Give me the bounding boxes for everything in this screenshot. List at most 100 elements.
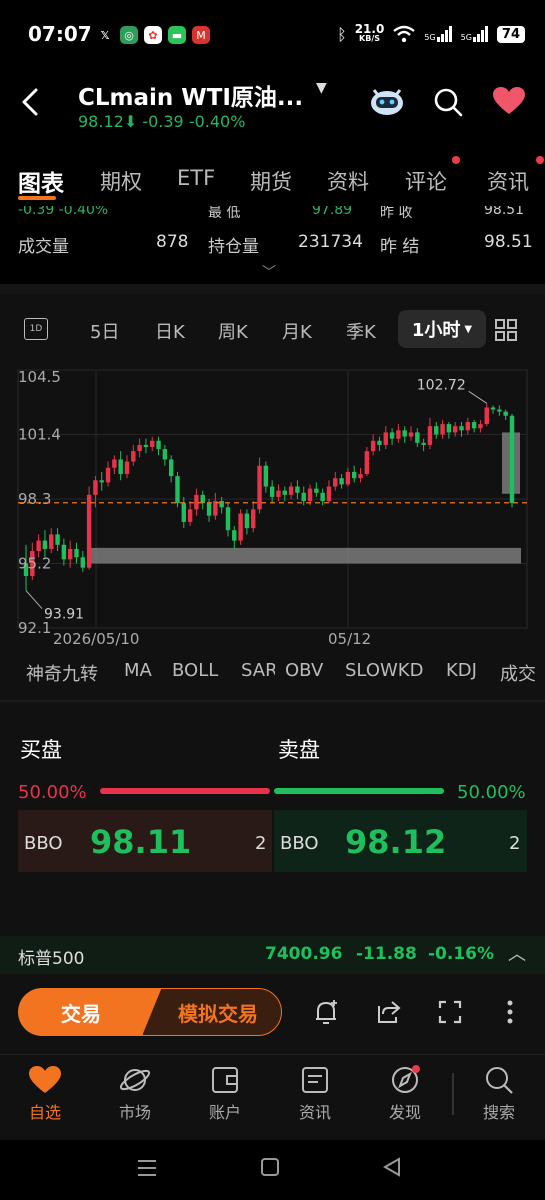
indicator-obv[interactable]: OBV xyxy=(285,660,323,681)
chart-labels: 104.5101.498.395.292.12026/05/10 05/12102… xyxy=(18,368,527,648)
indicator-ma[interactable]: MA xyxy=(124,660,152,681)
candle-body xyxy=(187,509,193,522)
tab-chart[interactable]: 图表 xyxy=(18,164,64,198)
indicator-tabs: 神奇九转 MA BOLL SAR OBV SLOWKD KDJ 成交 xyxy=(0,656,545,696)
candle-body xyxy=(232,530,237,541)
nav-market[interactable]: 市场 xyxy=(100,1065,170,1123)
recent-apps-icon[interactable] xyxy=(136,1158,158,1178)
candle-body xyxy=(465,422,471,431)
candle-body xyxy=(478,424,483,429)
price-alert-bell-icon[interactable] xyxy=(312,998,340,1026)
period-weekly[interactable]: 周K xyxy=(218,318,248,344)
buy-side-title: 买盘 xyxy=(20,738,62,762)
y-tick-label: 95.2 xyxy=(18,555,51,573)
candle-body xyxy=(377,440,382,445)
candle-body xyxy=(118,459,123,475)
candle-body xyxy=(415,432,420,443)
index-ticker-bar[interactable]: 标普500 7400.96 -11.88 -0.16% ︿ xyxy=(0,936,545,974)
candle-body xyxy=(124,461,130,475)
indicator-sar[interactable]: SAR xyxy=(241,660,275,681)
candle-body xyxy=(452,426,458,433)
low-annotation-leader xyxy=(25,590,43,609)
x-app-icon: 𝕏 xyxy=(100,28,110,42)
section-divider xyxy=(0,284,545,294)
period-1h-label: 1小时 xyxy=(411,320,461,341)
indicator-slowkd[interactable]: SLOWKD xyxy=(345,660,423,681)
more-menu-icon[interactable] xyxy=(496,998,524,1026)
candle-body xyxy=(364,451,370,475)
candle-body xyxy=(358,474,363,479)
news-icon xyxy=(302,1067,328,1093)
signal-bars-icon xyxy=(436,26,452,42)
fullscreen-icon[interactable] xyxy=(436,998,464,1026)
back-icon[interactable] xyxy=(382,1157,402,1177)
net-speed-unit: KB/S xyxy=(359,34,380,43)
stat-low-value: 97.89 xyxy=(312,206,353,218)
ask-label: BBO xyxy=(280,833,319,854)
indicator-boll[interactable]: BOLL xyxy=(172,660,218,681)
stat-settle-value: 98.51 xyxy=(484,232,533,252)
tab-futures[interactable]: 期货 xyxy=(250,166,292,196)
indicator-volume[interactable]: 成交 xyxy=(500,660,536,686)
tab-comments[interactable]: 评论 xyxy=(405,166,447,196)
candle-body xyxy=(244,513,250,529)
index-change: -11.88 xyxy=(356,944,417,964)
period-monthly[interactable]: 月K xyxy=(282,318,312,344)
net-speed: 21.0 KB/S xyxy=(355,23,385,44)
period-quarterly[interactable]: 季K xyxy=(346,318,376,344)
period-daily[interactable]: 日K xyxy=(155,318,185,344)
tab-etf[interactable]: ETF xyxy=(177,166,215,190)
nav-label: 账户 xyxy=(208,1103,241,1122)
tab-profile[interactable]: 资料 xyxy=(327,166,369,196)
status-bar: 07:07 𝕏 ◎ ✿ ▬ M ᛒ 21.0 KB/S 5G 5G 74 xyxy=(0,0,545,70)
share-icon[interactable] xyxy=(374,998,402,1026)
title-dropdown-icon[interactable]: ▼ xyxy=(316,80,327,96)
expand-chevron-icon[interactable]: ﹀ xyxy=(262,262,276,282)
candle-body xyxy=(333,478,338,487)
high-annotation-leader xyxy=(468,390,488,404)
candle-body xyxy=(370,440,376,452)
nav-watchlist[interactable]: 自选 xyxy=(10,1065,80,1123)
signal-5g-2: 5G xyxy=(461,26,489,42)
candle-body xyxy=(490,407,496,410)
candle-body xyxy=(74,548,79,558)
nav-account[interactable]: 账户 xyxy=(190,1065,260,1123)
app-icon-green: ◎ xyxy=(120,26,138,44)
nav-search[interactable]: 搜索 xyxy=(464,1065,534,1123)
period-1d-icon[interactable]: 1D xyxy=(24,318,48,340)
period-5d[interactable]: 5日 xyxy=(90,318,119,344)
active-tab-underline xyxy=(18,196,56,200)
candle-body xyxy=(484,407,489,425)
favorite-heart-icon[interactable] xyxy=(492,86,526,116)
index-name: 标普500 xyxy=(18,949,85,969)
candle-body xyxy=(61,544,67,560)
price-change-pct: -0.40% xyxy=(188,112,246,131)
tab-news[interactable]: 资讯 xyxy=(487,166,529,196)
trade-button[interactable]: 交易 xyxy=(18,988,162,1036)
tab-options[interactable]: 期权 xyxy=(100,166,142,196)
candle-body xyxy=(181,503,187,522)
heart-icon xyxy=(29,1066,61,1093)
indicator-td-sequential[interactable]: 神奇九转 xyxy=(26,660,98,686)
home-icon[interactable] xyxy=(260,1157,280,1177)
price-change: -0.39 xyxy=(142,112,184,131)
bid-label: BBO xyxy=(24,833,63,854)
indicator-kdj[interactable]: KDJ xyxy=(446,660,477,681)
candle-body xyxy=(238,513,243,541)
candle-body xyxy=(339,478,344,485)
back-arrow-icon[interactable] xyxy=(14,82,46,122)
period-1h-dropdown[interactable]: 1小时 ▼ xyxy=(398,310,486,348)
paper-trade-button[interactable]: 模拟交易 xyxy=(142,988,282,1036)
ai-assistant-icon[interactable] xyxy=(368,84,406,118)
nav-discover[interactable]: 发现 xyxy=(370,1065,440,1123)
nav-news[interactable]: 资讯 xyxy=(280,1065,350,1123)
candlestick-chart[interactable]: 104.5 101.4 98.3 95.2 92.1 2026/05/10 05/12 102… xyxy=(0,360,545,658)
instrument-title[interactable]: CLmain WTI原油... xyxy=(78,78,303,112)
stat-settle-label: 昨 结 xyxy=(380,237,420,257)
candle-body xyxy=(194,494,199,510)
chevron-up-icon[interactable]: ︿ xyxy=(508,940,526,966)
candle-body xyxy=(320,492,325,502)
layout-grid-icon[interactable] xyxy=(494,318,518,342)
search-icon[interactable] xyxy=(432,86,464,118)
index-change-pct: -0.16% xyxy=(428,944,495,964)
